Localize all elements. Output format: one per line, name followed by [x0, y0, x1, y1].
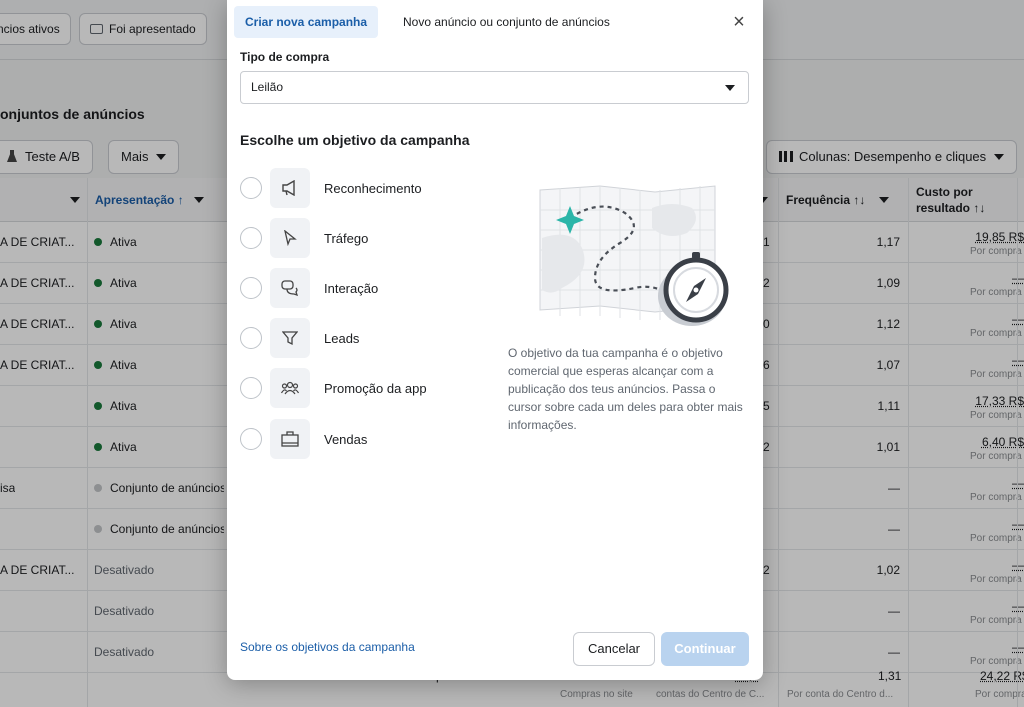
- create-campaign-dialog: Criar nova campanha Novo anúncio ou conj…: [227, 0, 763, 680]
- chevron-down-icon: [725, 85, 735, 91]
- close-icon[interactable]: ×: [727, 10, 751, 34]
- tab-create-campaign[interactable]: Criar nova campanha: [234, 6, 379, 38]
- radio-button[interactable]: [240, 277, 262, 299]
- chat-bubbles-icon: [270, 268, 310, 308]
- megaphone-icon: [270, 168, 310, 208]
- map-compass-illustration: [532, 178, 732, 338]
- radio-button[interactable]: [240, 227, 262, 249]
- cancel-button[interactable]: Cancelar: [573, 632, 655, 666]
- campaign-objectives-link[interactable]: Sobre os objetivos da campanha: [240, 640, 415, 654]
- objective-option-app-promotion[interactable]: Promoção da app: [240, 368, 490, 408]
- objective-heading: Escolhe um objetivo da campanha: [240, 132, 470, 148]
- shopping-bag-icon: [270, 419, 310, 459]
- tab-new-ad-or-ad-set[interactable]: Novo anúncio ou conjunto de anúncios: [403, 6, 610, 38]
- purchase-type-select[interactable]: Leilão: [240, 71, 749, 104]
- radio-button[interactable]: [240, 327, 262, 349]
- radio-button[interactable]: [240, 177, 262, 199]
- people-icon: [270, 368, 310, 408]
- radio-button[interactable]: [240, 377, 262, 399]
- objective-label: Interação: [324, 280, 379, 296]
- objective-option-engagement[interactable]: Interação: [240, 268, 490, 308]
- objective-label: Tráfego: [324, 230, 369, 246]
- purchase-type-label: Tipo de compra: [240, 50, 330, 64]
- objective-label: Leads: [324, 330, 360, 346]
- objective-label: Reconhecimento: [324, 180, 422, 196]
- objective-label: Promoção da app: [324, 380, 427, 396]
- objective-option-sales[interactable]: Vendas: [240, 419, 490, 459]
- filter-icon: [270, 318, 310, 358]
- cursor-icon: [270, 218, 310, 258]
- objective-option-awareness[interactable]: Reconhecimento: [240, 168, 490, 208]
- radio-button[interactable]: [240, 428, 262, 450]
- objective-option-leads[interactable]: Leads: [240, 318, 490, 358]
- continue-button[interactable]: Continuar: [661, 632, 749, 666]
- objective-label: Vendas: [324, 431, 368, 447]
- objective-option-traffic[interactable]: Tráfego: [240, 218, 490, 258]
- objective-description: O objetivo da tua campanha é o objetivo …: [508, 346, 743, 432]
- purchase-type-value: Leilão: [251, 80, 284, 94]
